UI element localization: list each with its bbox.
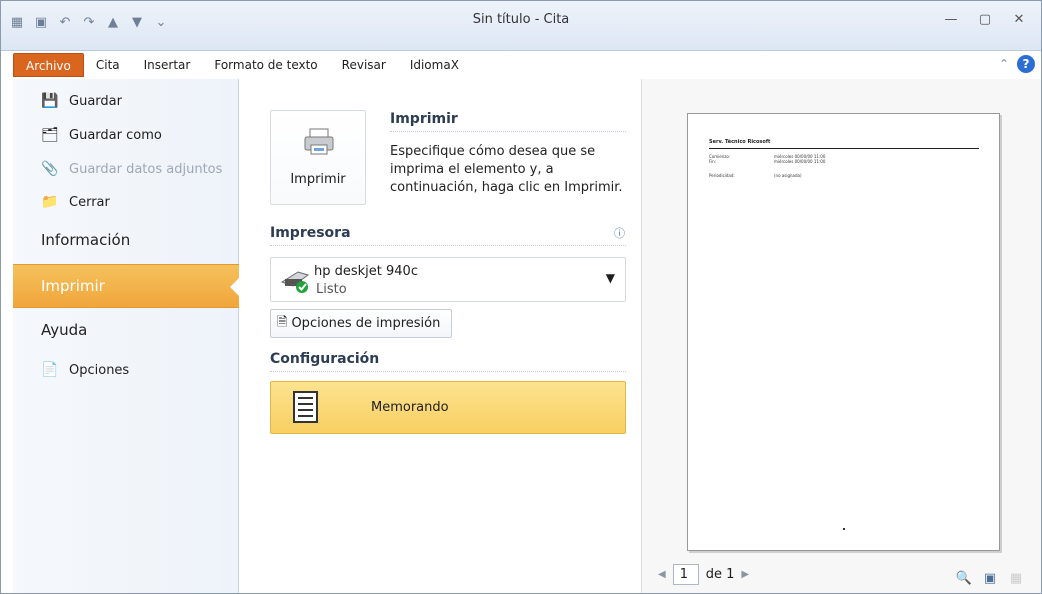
- window-controls: — ▢ ✕: [939, 9, 1031, 29]
- outlook-window: ▦ ▣ ↶ ↷ ▲ ▼ ⌄ Sin título - Cita — ▢ ✕ Ar…: [0, 0, 1042, 594]
- settings-heading: Configuración: [270, 351, 380, 367]
- printer-status-icon: [280, 271, 310, 293]
- backstage-navigation: 💾 Guardar 🗂 Guardar como 📎 Guardar datos…: [13, 79, 240, 593]
- print-settings-panel: Imprimir Imprimir Especifique cómo desea…: [240, 79, 640, 593]
- informacion-section[interactable]: Información: [41, 231, 130, 249]
- cerrar-label: Cerrar: [69, 194, 110, 210]
- window-title: Sin título - Cita: [472, 12, 570, 27]
- options-icon: 📄: [41, 362, 59, 378]
- page-navigation: ◀ 1 de 1 ▶: [658, 564, 749, 585]
- tab-archivo[interactable]: Archivo: [13, 53, 84, 77]
- tab-formato-de-texto[interactable]: Formato de texto: [202, 53, 329, 77]
- next-page-icon[interactable]: ▶: [741, 569, 749, 580]
- preview-title: Serv. Técnico Ricosoft: [709, 139, 771, 145]
- one-page-icon[interactable]: ▣: [981, 569, 999, 587]
- actual-size-icon[interactable]: 🔍: [955, 569, 973, 587]
- save-as-icon: 🗂: [41, 127, 59, 143]
- imprimir-label: Imprimir: [41, 277, 105, 295]
- maximize-button[interactable]: ▢: [973, 9, 997, 29]
- help-icon[interactable]: ?: [1017, 55, 1035, 73]
- printer-heading: Impresora: [270, 225, 351, 241]
- guardar-como-label: Guardar como: [69, 127, 162, 143]
- chevron-down-icon: ▼: [605, 271, 615, 285]
- preview-value-end: miércoles 00/00/00 11:00: [774, 159, 826, 164]
- guardar-command[interactable]: 💾 Guardar: [41, 90, 122, 112]
- minimize-button[interactable]: —: [939, 9, 963, 29]
- guardar-adjuntos-label: Guardar datos adjuntos: [69, 161, 223, 177]
- imprimir-section[interactable]: Imprimir: [13, 264, 240, 308]
- memo-style-option[interactable]: Memorando: [270, 381, 626, 434]
- printer-name: hp deskjet 940c: [314, 264, 418, 279]
- print-preview: Serv. Técnico Ricosoft Comienzo: miércol…: [641, 79, 1041, 593]
- print-options-button[interactable]: 🗎 Opciones de impresión: [270, 309, 452, 338]
- close-button[interactable]: ✕: [1007, 9, 1031, 29]
- ribbon-tabs: Archivo Cita Insertar Formato de texto R…: [13, 51, 471, 77]
- print-heading: Imprimir: [390, 111, 458, 127]
- save-icon: 💾: [41, 93, 59, 109]
- preview-dot: [843, 528, 845, 530]
- opciones-command[interactable]: 📄 Opciones: [41, 359, 129, 381]
- printer-status: Listo: [316, 282, 347, 297]
- memo-style-label: Memorando: [371, 400, 449, 415]
- printer-heading-rule: [270, 245, 626, 246]
- tab-insertar[interactable]: Insertar: [132, 53, 203, 77]
- folder-close-icon: 📁: [41, 194, 59, 210]
- tab-cita[interactable]: Cita: [84, 53, 132, 77]
- preview-label-recurrence: Periodicidad:: [709, 173, 735, 178]
- print-button[interactable]: Imprimir: [270, 110, 366, 205]
- ayuda-section[interactable]: Ayuda: [41, 321, 87, 339]
- printer-dropdown[interactable]: hp deskjet 940c Listo ▼: [270, 257, 626, 302]
- print-options-label: Opciones de impresión: [291, 316, 441, 331]
- opciones-label: Opciones: [69, 362, 130, 378]
- tab-revisar[interactable]: Revisar: [330, 53, 398, 77]
- preview-label-end: Fin:: [709, 159, 717, 164]
- preview-title-line: [709, 148, 979, 149]
- print-description: Especifique cómo desea que se imprima el…: [390, 144, 623, 195]
- collapse-ribbon-icon[interactable]: ⌃: [999, 57, 1009, 71]
- settings-heading-rule: [270, 371, 626, 372]
- multiple-pages-icon: ▦: [1009, 570, 1023, 586]
- printer-icon: [304, 128, 334, 155]
- guardar-label: Guardar: [69, 93, 122, 109]
- page-count: de 1: [705, 567, 735, 582]
- page-number-input[interactable]: 1: [672, 564, 699, 585]
- previous-page-icon[interactable]: ◀: [658, 569, 666, 580]
- preview-value-recurrence: (no asignada): [774, 173, 802, 178]
- preview-zoom-controls: 🔍 ▣ ▦: [955, 569, 1025, 587]
- tab-idiomax[interactable]: IdiomaX: [398, 53, 471, 77]
- print-button-label: Imprimir: [290, 172, 346, 187]
- print-options-icon: 🗎: [277, 314, 288, 330]
- guardar-como-command[interactable]: 🗂 Guardar como: [41, 124, 162, 146]
- cerrar-command[interactable]: 📁 Cerrar: [41, 191, 110, 213]
- attachments-icon: 📎: [41, 161, 59, 177]
- preview-page: Serv. Técnico Ricosoft Comienzo: miércol…: [687, 113, 1000, 551]
- guardar-adjuntos-command: 📎 Guardar datos adjuntos: [41, 158, 222, 180]
- title-bar: ▦ ▣ ↶ ↷ ▲ ▼ ⌄ Sin título - Cita — ▢ ✕: [1, 1, 1041, 51]
- print-heading-rule: [390, 131, 626, 132]
- help-controls: ⌃ ?: [999, 55, 1035, 73]
- info-icon[interactable]: ⓘ: [614, 225, 625, 241]
- document-icon: [293, 391, 318, 423]
